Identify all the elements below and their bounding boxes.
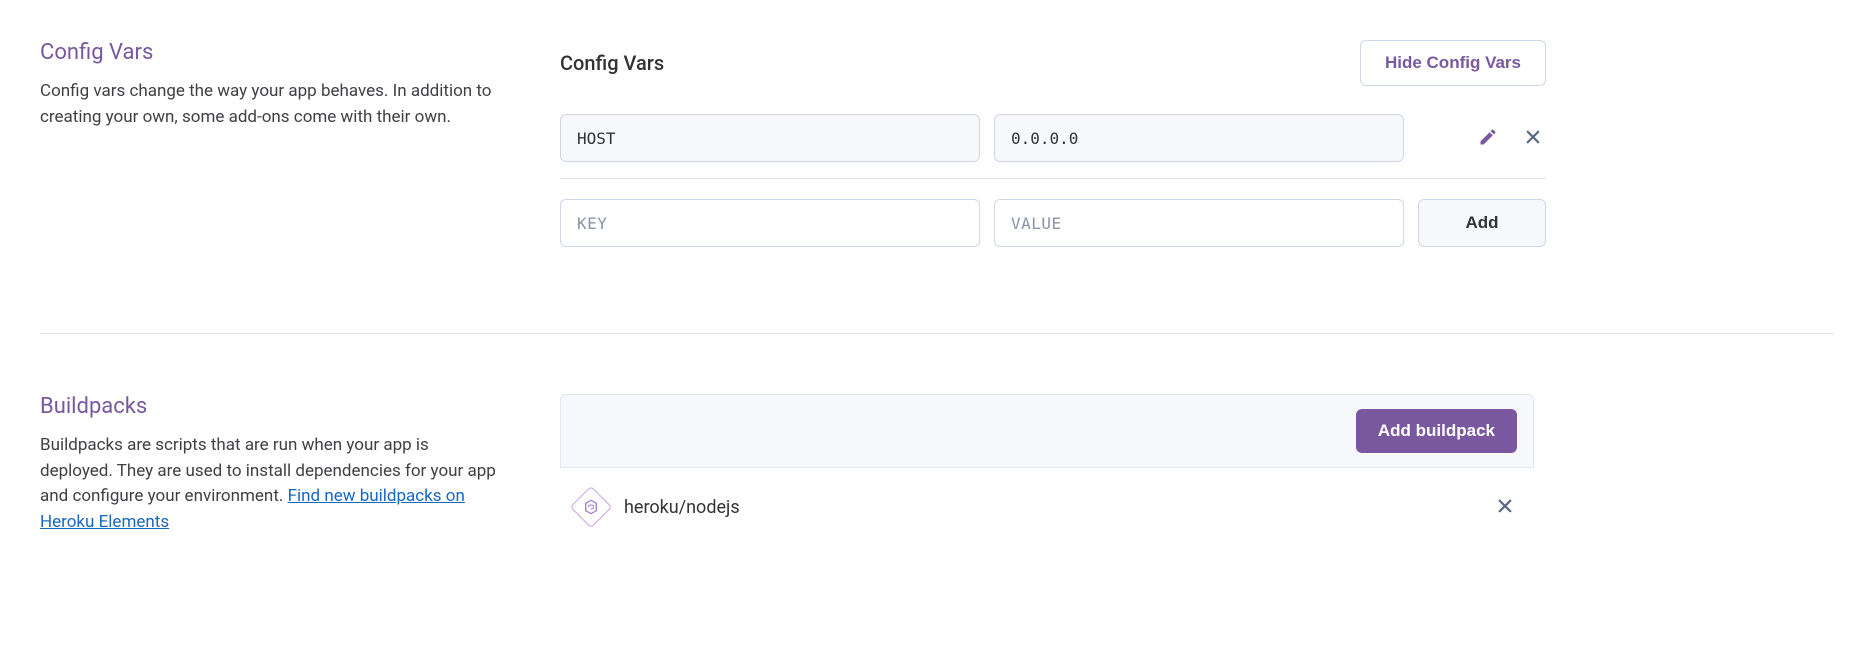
- config-vars-side: Config Vars Config vars change the way y…: [40, 40, 560, 263]
- edit-config-var-button[interactable]: [1474, 123, 1502, 154]
- add-buildpack-button[interactable]: Add buildpack: [1356, 409, 1517, 453]
- config-var-actions: [1474, 123, 1546, 154]
- buildpacks-side-desc: Buildpacks are scripts that are run when…: [40, 433, 500, 535]
- buildpacks-section: Buildpacks Buildpacks are scripts that a…: [0, 394, 1874, 535]
- nodejs-icon: [570, 486, 612, 528]
- config-var-row: [560, 114, 1546, 162]
- remove-buildpack-button[interactable]: [1492, 493, 1518, 522]
- new-config-var-value-input[interactable]: [994, 199, 1404, 247]
- config-var-divider: [560, 178, 1546, 179]
- buildpacks-header-bar: Add buildpack: [560, 394, 1534, 468]
- config-vars-side-title: Config Vars: [40, 40, 500, 65]
- hide-config-vars-button[interactable]: Hide Config Vars: [1360, 40, 1546, 86]
- buildpacks-side-title: Buildpacks: [40, 394, 500, 419]
- config-var-new-row: Add: [560, 199, 1546, 247]
- config-vars-header: Config Vars Hide Config Vars: [560, 40, 1546, 86]
- config-vars-panel: Config Vars Hide Config Vars: [560, 40, 1846, 263]
- config-vars-side-desc: Config vars change the way your app beha…: [40, 79, 500, 130]
- buildpacks-panel: Add buildpack heroku/nodejs: [560, 394, 1834, 535]
- section-divider: [40, 333, 1834, 334]
- buildpack-row: heroku/nodejs: [560, 468, 1534, 522]
- close-icon: [1496, 497, 1514, 518]
- config-var-key-input[interactable]: [560, 114, 980, 162]
- delete-config-var-button[interactable]: [1520, 124, 1546, 153]
- new-config-var-key-input[interactable]: [560, 199, 980, 247]
- buildpacks-side: Buildpacks Buildpacks are scripts that a…: [40, 394, 560, 535]
- config-vars-header-title: Config Vars: [560, 51, 664, 75]
- buildpack-name: heroku/nodejs: [624, 497, 740, 518]
- add-config-var-button[interactable]: Add: [1418, 199, 1546, 247]
- close-icon: [1524, 128, 1542, 149]
- config-vars-section: Config Vars Config vars change the way y…: [0, 40, 1874, 263]
- config-var-value-input[interactable]: [994, 114, 1404, 162]
- pencil-icon: [1478, 127, 1498, 150]
